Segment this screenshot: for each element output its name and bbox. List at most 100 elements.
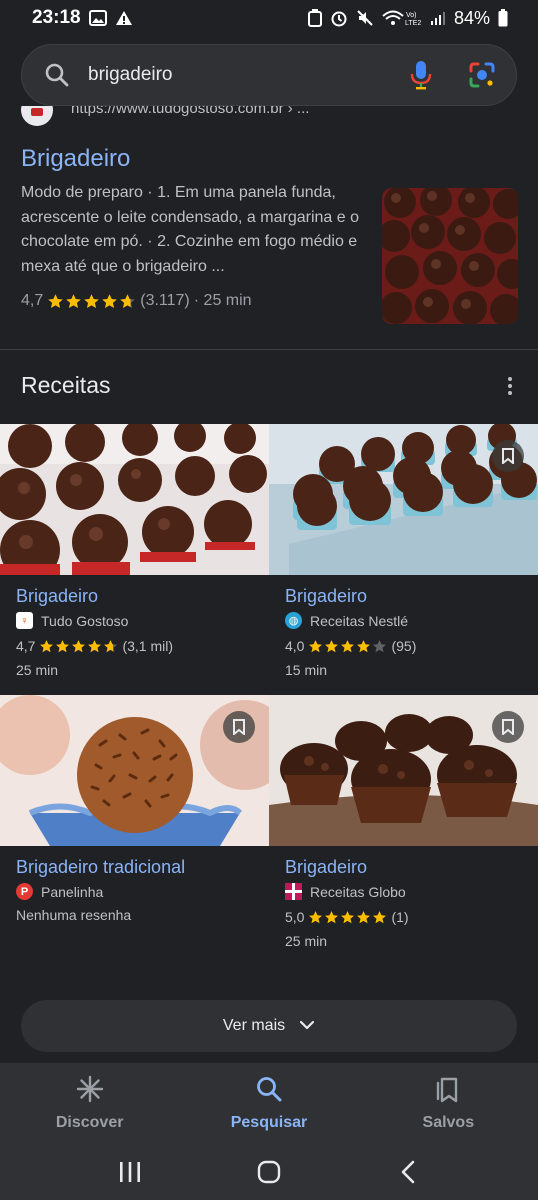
star-icon bbox=[357, 639, 371, 652]
bookmark-icon[interactable] bbox=[223, 711, 255, 743]
recipe-review-text: Nenhuma resenha bbox=[16, 907, 132, 923]
bookmark-icon[interactable] bbox=[492, 440, 524, 472]
saved-icon bbox=[434, 1075, 462, 1108]
recipe-title[interactable]: Brigadeiro tradicional bbox=[16, 857, 185, 878]
discover-icon bbox=[76, 1075, 104, 1108]
recipe-rating: 5,0 (1) bbox=[285, 909, 409, 925]
tudo-gostoso-icon: ♀ bbox=[16, 612, 33, 629]
review-count: (95) bbox=[391, 638, 417, 654]
recipe-card[interactable]: Brigadeiro Receitas Globo 5,0 (1) 25 min bbox=[269, 695, 538, 965]
search-icon bbox=[44, 62, 70, 88]
review-count: (1) bbox=[391, 909, 409, 925]
section-divider bbox=[0, 349, 538, 350]
back-icon[interactable] bbox=[388, 1152, 428, 1192]
nav-discover[interactable]: Discover bbox=[15, 1075, 165, 1132]
nav-search[interactable]: Pesquisar bbox=[194, 1075, 344, 1132]
star-icon bbox=[325, 910, 339, 923]
status-bar: 23:18 Vo) LTE2 84% bbox=[0, 0, 538, 36]
panelinha-icon: P bbox=[16, 883, 33, 900]
star-icon bbox=[48, 293, 64, 308]
recipe-title[interactable]: Brigadeiro bbox=[285, 857, 367, 878]
recipes-section-title: Receitas bbox=[21, 372, 111, 398]
search-bar[interactable]: brigadeiro bbox=[21, 44, 517, 106]
search-icon bbox=[255, 1075, 283, 1108]
star-icon bbox=[373, 639, 387, 652]
recipe-rating: 4,7 (3,1 mil) bbox=[16, 638, 173, 654]
recipe-time: 25 min bbox=[285, 933, 328, 949]
result-url: https://www.tudogostoso.com.br › ... bbox=[71, 106, 310, 117]
bottom-navigation: Discover Pesquisar Salvos bbox=[0, 1063, 538, 1143]
svg-text:Vo): Vo) bbox=[406, 12, 417, 19]
recipe-card[interactable]: Brigadeiro ♀ Tudo Gostoso 4,7 (3,1 mil) … bbox=[0, 424, 269, 694]
more-vert-icon[interactable] bbox=[500, 374, 520, 398]
star-icon bbox=[325, 639, 339, 652]
recipe-image bbox=[0, 695, 269, 846]
recipe-time: 15 min bbox=[285, 662, 328, 678]
result-meta: 4,7 (3.117) · 25 min bbox=[21, 292, 252, 310]
result-snippet: Modo de preparo · 1. Em uma panela funda… bbox=[21, 184, 359, 275]
recipe-time: 25 min bbox=[16, 662, 59, 678]
source-name: Tudo Gostoso bbox=[41, 612, 129, 629]
star-icon bbox=[373, 910, 387, 923]
star-icon bbox=[84, 293, 100, 308]
star-icon bbox=[66, 293, 82, 308]
svg-text:LTE2: LTE2 bbox=[405, 20, 421, 27]
recipe-rating: 4,0 (95) bbox=[285, 638, 416, 654]
result-title-link[interactable]: Brigadeiro bbox=[21, 145, 130, 173]
rating-value: 4,7 bbox=[16, 638, 36, 654]
mute-icon bbox=[356, 9, 374, 27]
result-thumbnail[interactable] bbox=[382, 188, 518, 324]
wifi-icon: Vo) LTE2 bbox=[382, 9, 422, 27]
recipe-card[interactable]: Brigadeiro ◍ Receitas Nestlé 4,0 (95) 15… bbox=[269, 424, 538, 694]
result-time: · 25 min bbox=[193, 292, 252, 309]
see-more-button[interactable]: Ver mais bbox=[21, 1000, 517, 1052]
search-input[interactable]: brigadeiro bbox=[88, 64, 410, 86]
star-rating bbox=[39, 639, 118, 654]
status-time: 23:18 bbox=[32, 7, 81, 28]
source-name: Receitas Nestlé bbox=[310, 612, 409, 629]
recent-apps-icon[interactable] bbox=[110, 1152, 150, 1192]
star-icon bbox=[56, 639, 70, 652]
recipe-title[interactable]: Brigadeiro bbox=[285, 586, 367, 607]
battery-percent: 84% bbox=[453, 7, 490, 28]
rating-value: 4,0 bbox=[285, 638, 305, 654]
recipe-source: ◍ Receitas Nestlé bbox=[285, 612, 408, 629]
star-icon bbox=[104, 639, 118, 652]
star-rating bbox=[308, 910, 387, 925]
source-name: Panelinha bbox=[41, 883, 104, 900]
recipe-source: P Panelinha bbox=[16, 883, 103, 900]
bookmark-icon[interactable] bbox=[492, 711, 524, 743]
nav-discover-label: Discover bbox=[55, 1113, 124, 1131]
recipe-card[interactable]: Brigadeiro tradicional P Panelinha Nenhu… bbox=[0, 695, 269, 965]
lens-icon[interactable] bbox=[468, 61, 496, 89]
star-icon bbox=[309, 639, 323, 652]
signal-icon bbox=[430, 10, 446, 26]
result-rating: 4,7 bbox=[21, 292, 44, 309]
star-icon bbox=[120, 293, 136, 308]
alarm-icon bbox=[330, 9, 348, 27]
nestle-icon: ◍ bbox=[285, 612, 302, 629]
warning-icon bbox=[115, 10, 133, 26]
system-navigation bbox=[0, 1143, 538, 1200]
star-icon bbox=[357, 910, 371, 923]
source-name: Receitas Globo bbox=[310, 883, 406, 900]
star-icon bbox=[309, 910, 323, 923]
star-rating bbox=[308, 639, 387, 654]
recipe-image bbox=[0, 424, 269, 575]
recipe-source: Receitas Globo bbox=[285, 883, 406, 900]
home-icon[interactable] bbox=[249, 1152, 289, 1192]
star-icon bbox=[341, 910, 355, 923]
star-icon bbox=[40, 639, 54, 652]
nav-saved-label: Salvos bbox=[422, 1113, 475, 1131]
nav-search-label: Pesquisar bbox=[230, 1113, 308, 1131]
result-url-row: https://www.tudogostoso.com.br › ... bbox=[21, 106, 521, 128]
recipe-image bbox=[269, 695, 538, 846]
star-icon bbox=[88, 639, 102, 652]
star-icon bbox=[72, 639, 86, 652]
recipe-title[interactable]: Brigadeiro bbox=[16, 586, 98, 607]
nav-saved[interactable]: Salvos bbox=[373, 1075, 523, 1132]
recipe-source: ♀ Tudo Gostoso bbox=[16, 612, 128, 629]
mic-icon[interactable] bbox=[410, 60, 432, 90]
review-count: (3,1 mil) bbox=[122, 638, 174, 654]
receitas-globo-icon bbox=[285, 883, 302, 900]
